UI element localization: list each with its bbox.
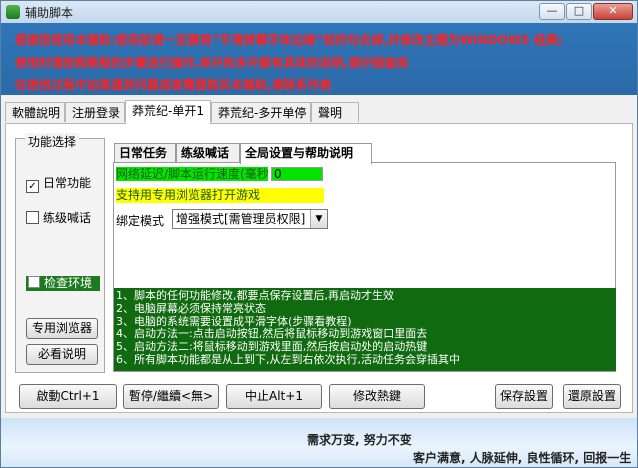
subtab-daily-tasks[interactable]: 日常任务 — [114, 143, 176, 163]
footer-banner: 需求万变, 努力不变 客户满意, 人脉延伸, 良性循环, 回报一生 — [1, 418, 637, 467]
readme-button[interactable]: 必看说明 — [26, 344, 98, 365]
browser-button[interactable]: 专用浏览器 — [26, 318, 98, 339]
check-env-checkbox[interactable]: 检查环境 — [26, 276, 100, 291]
function-group-title: 功能选择 — [25, 133, 80, 150]
notice-line-2: 使用时请按照教程的步骤进行操作,单开和多开都有具体的说明,请仔细查阅 — [15, 56, 409, 70]
title-bar[interactable]: 辅助脚本 — □ ✕ — [1, 1, 637, 24]
browser-support-label: 支持用专用浏览器打开游戏 — [116, 188, 324, 203]
latency-input[interactable]: 0 — [271, 167, 323, 181]
app-window: 辅助脚本 — □ ✕ 感谢您使用本辅助:使用前请一定要将”平滑屏幕字体边缘”前的… — [0, 0, 638, 468]
notice-line-1: 感谢您使用本辅助:使用前请一定要将”平滑屏幕字体边缘”前的勾去掉,并修改主题为W… — [15, 33, 563, 47]
subtab-global-settings[interactable]: 全局设置与帮助说明 — [240, 143, 372, 164]
help-line: 2、电脑屏幕必须保持常亮状态 — [116, 301, 266, 315]
notice-line-3: 在使用过程中如果遇到问题或者需要购买本辅助,请联系作者 — [15, 78, 332, 92]
daily-label: 日常功能 — [43, 176, 92, 190]
start-button[interactable]: 啟動Ctrl+1 — [19, 384, 117, 409]
app-icon — [6, 5, 20, 19]
minimize-button[interactable]: — — [539, 3, 565, 20]
maximize-button[interactable]: □ — [566, 3, 592, 20]
hotkey-button[interactable]: 修改熱鍵 — [329, 384, 425, 409]
help-box: 1、脚本的任何功能修改,都要点保存设置后,再启动才生效 2、电脑屏幕必须保持常亮… — [114, 288, 616, 371]
shout-checkbox[interactable]: 练级喊话 — [26, 209, 91, 226]
daily-checkbox[interactable]: ✓ 日常功能 — [26, 174, 91, 193]
bind-mode-select[interactable]: 增强模式[需管理员权限] ▼ — [172, 209, 328, 229]
chevron-down-icon[interactable]: ▼ — [310, 210, 327, 228]
tab-single-open[interactable]: 莽荒纪-单开1 — [125, 100, 211, 124]
shout-label: 练级喊话 — [43, 211, 92, 225]
bind-mode-value: 增强模式[需管理员权限] — [176, 212, 306, 226]
tab-multi-open[interactable]: 莽荒纪-多开单停 — [211, 102, 311, 122]
footer-slogan-1: 需求万变, 努力不变 — [307, 433, 412, 447]
restore-settings-button[interactable]: 還原設置 — [563, 384, 621, 409]
close-button[interactable]: ✕ — [593, 3, 633, 20]
window-title: 辅助脚本 — [25, 6, 74, 20]
pause-button[interactable]: 暫停/繼續<無> — [123, 384, 219, 409]
subtab-leveling-shout[interactable]: 练级喊话 — [176, 143, 240, 163]
footer-slogan-2: 客户满意, 人脉延伸, 良性循环, 回报一生 — [413, 451, 632, 465]
checkbox-empty-icon — [28, 276, 40, 288]
check-env-label: 检查环境 — [44, 276, 93, 290]
checkmark-icon: ✓ — [26, 180, 39, 193]
notice-banner: 感谢您使用本辅助:使用前请一定要将”平滑屏幕字体边缘”前的勾去掉,并修改主题为W… — [1, 23, 637, 95]
help-line: 1、脚本的任何功能修改,都要点保存设置后,再启动才生效 — [116, 289, 394, 302]
tab-login[interactable]: 注册登录 — [65, 102, 125, 122]
tab-software-info[interactable]: 軟體說明 — [5, 102, 65, 122]
checkbox-empty-icon — [26, 211, 39, 224]
help-line: 6、所有脚本功能都是从上到下,从左到右依次执行,活动任务会穿插其中 — [116, 352, 460, 366]
stop-button[interactable]: 中止Alt+1 — [226, 384, 322, 409]
tab-statement[interactable]: 聲明 — [311, 102, 359, 122]
bind-mode-label: 绑定模式 — [116, 214, 165, 228]
latency-label: 网络延迟/脚本运行速度(毫秒) — [116, 167, 268, 181]
save-settings-button[interactable]: 保存設置 — [495, 384, 553, 409]
